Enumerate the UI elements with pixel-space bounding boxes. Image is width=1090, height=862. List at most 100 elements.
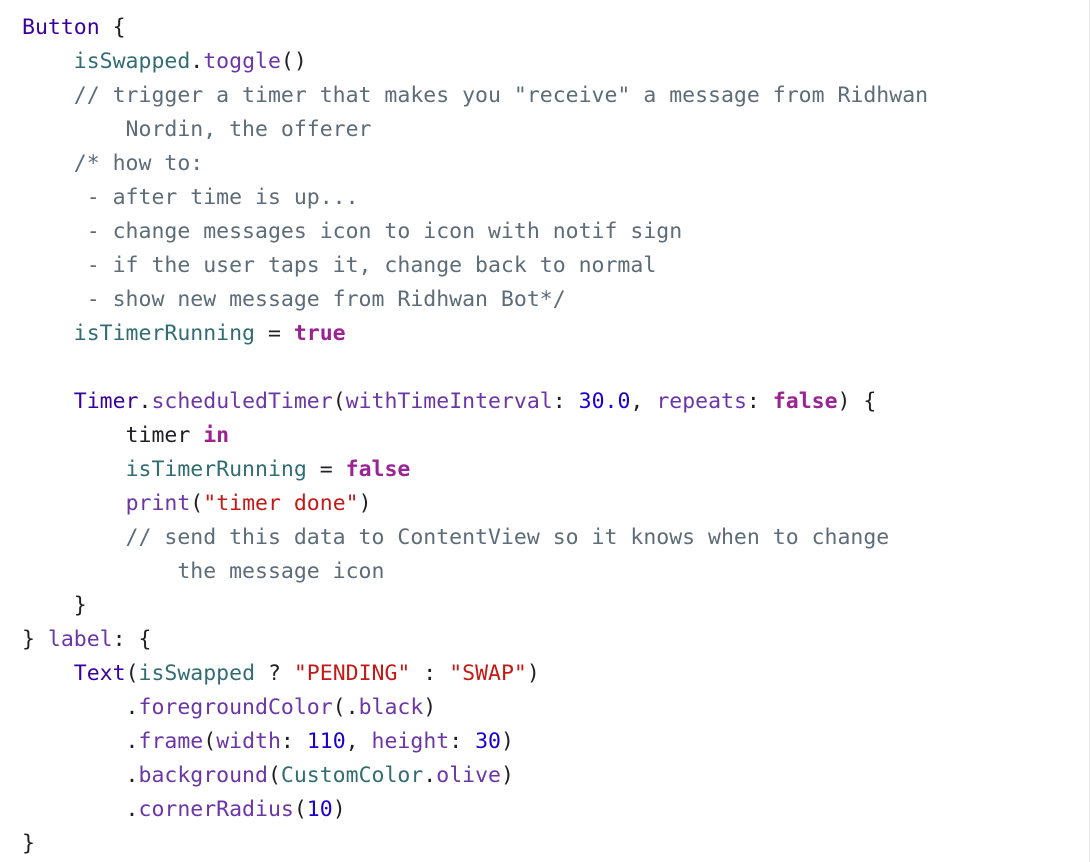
code-token: . <box>423 763 437 788</box>
code-line: Timer.scheduledTimer(withTimeInterval: 3… <box>22 385 928 419</box>
code-token: ( <box>125 661 139 686</box>
code-token: ) <box>358 491 372 516</box>
code-line: - show new message from Ridhwan Bot*/ <box>22 283 928 317</box>
code-token: // trigger a timer that makes you "recei… <box>22 83 929 108</box>
code-token: cornerRadius <box>138 797 294 822</box>
code-token: - show new message from Ridhwan Bot*/ <box>22 287 566 312</box>
code-token: . <box>22 695 139 720</box>
code-token: "timer done" <box>203 491 359 516</box>
code-editor[interactable]: Button { isSwapped.toggle() // trigger a… <box>0 0 1090 862</box>
code-line: .frame(width: 110, height: 30) <box>22 725 928 759</box>
code-token: isTimerRunning <box>125 457 307 482</box>
code-token: . <box>138 389 152 414</box>
code-line: Nordin, the offerer <box>22 113 928 147</box>
code-token: : <box>410 661 450 686</box>
code-token: . <box>22 729 139 754</box>
code-token: in <box>203 423 230 448</box>
code-token: label <box>47 627 113 652</box>
code-token: . <box>22 797 139 822</box>
code-token: // send this data to ContentView so it k… <box>22 525 890 550</box>
code-token: = <box>306 457 346 482</box>
code-token: olive <box>436 763 501 788</box>
code-line: .cornerRadius(10) <box>22 793 928 827</box>
code-token: black <box>358 695 424 720</box>
code-token: , <box>630 389 657 414</box>
code-token: isSwapped <box>138 661 256 686</box>
code-token: = <box>255 321 294 346</box>
code-token: false <box>772 389 838 414</box>
code-token: ) <box>423 695 437 720</box>
code-token: scheduledTimer <box>151 389 333 414</box>
code-token: 30.0 <box>578 389 631 414</box>
code-token: 30 <box>475 729 501 754</box>
code-line: print("timer done") <box>22 487 928 521</box>
code-line: Button { <box>22 11 928 45</box>
code-line: Text(isSwapped ? "PENDING" : "SWAP") <box>22 657 928 691</box>
code-token: - if the user taps it, change back to no… <box>22 253 657 278</box>
code-token: (. <box>332 695 359 720</box>
code-token: background <box>138 763 268 788</box>
code-token: /* how to: <box>22 151 204 176</box>
code-token: : <box>552 389 579 414</box>
code-token: ( <box>203 729 217 754</box>
code-line: } <box>22 589 928 623</box>
code-line: the message icon <box>22 555 928 589</box>
code-token: } <box>22 627 48 652</box>
code-token: false <box>345 457 411 482</box>
code-token: - after time is up... <box>22 185 359 210</box>
code-token: . <box>22 763 139 788</box>
code-line: - change messages icon to icon with noti… <box>22 215 928 249</box>
code-token: ( <box>332 389 346 414</box>
code-token: ) <box>332 797 346 822</box>
code-token: frame <box>138 729 204 754</box>
code-line: // trigger a timer that makes you "recei… <box>22 79 928 113</box>
code-token: ) { <box>837 389 877 414</box>
code-token: timer <box>22 423 204 448</box>
code-token: 110 <box>306 729 346 754</box>
code-line: .background(CustomColor.olive) <box>22 759 928 793</box>
code-token: "SWAP" <box>449 661 527 686</box>
code-content[interactable]: Button { isSwapped.toggle() // trigger a… <box>22 11 928 861</box>
code-token: ) <box>501 729 514 754</box>
code-line: - if the user taps it, change back to no… <box>22 249 928 283</box>
code-token: ( <box>190 491 204 516</box>
code-token: Text <box>73 661 126 686</box>
code-token: { <box>99 15 126 40</box>
code-line: timer in <box>22 419 928 453</box>
code-token: foregroundColor <box>138 695 333 720</box>
code-line: /* how to: <box>22 147 928 181</box>
code-token: the message icon <box>22 559 385 584</box>
code-token: } <box>22 593 87 618</box>
code-token: isTimerRunning <box>73 321 255 346</box>
code-token: isSwapped <box>73 49 191 74</box>
code-token: 10 <box>306 797 333 822</box>
code-token: } <box>22 831 35 856</box>
code-token: height <box>371 729 450 754</box>
code-token: ? <box>255 661 294 686</box>
code-token: - change messages icon to icon with noti… <box>22 219 683 244</box>
code-token: : <box>746 389 773 414</box>
code-line: isTimerRunning = true <box>22 317 928 351</box>
code-token: ) <box>500 763 514 788</box>
code-token: print <box>125 491 191 516</box>
code-token: , <box>345 729 372 754</box>
code-token: : { <box>112 627 152 652</box>
code-token: toggle <box>203 49 281 74</box>
code-token: withTimeInterval <box>345 389 553 414</box>
code-token: Button <box>22 15 100 40</box>
code-line: } label: { <box>22 623 928 657</box>
code-token: . <box>190 49 204 74</box>
code-token: ( <box>293 797 307 822</box>
code-token: repeats <box>656 389 747 414</box>
code-token: ( <box>267 763 281 788</box>
code-token: Timer <box>73 389 139 414</box>
code-token: () <box>280 49 307 74</box>
code-line: isTimerRunning = false <box>22 453 928 487</box>
code-token: CustomColor <box>280 763 424 788</box>
